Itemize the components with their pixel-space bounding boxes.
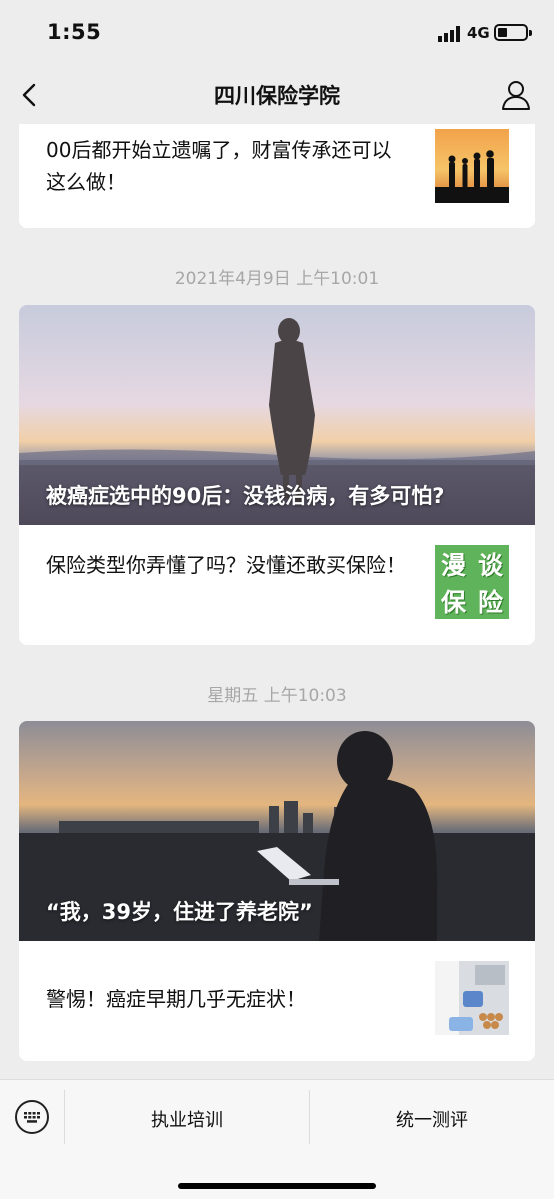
- nav-bar: 四川保险学院: [0, 66, 554, 124]
- status-bar: 1:55 4G: [0, 0, 554, 66]
- article-title: 00后都开始立遗嘱了，财富传承还可以这么做！: [46, 138, 392, 194]
- thumb-char: 保: [440, 587, 466, 617]
- timestamp: 星期五 上午10:03: [207, 686, 347, 706]
- family-sunset-image: [435, 129, 509, 203]
- article-item[interactable]: 警惕！癌症早期几乎无症状！: [19, 941, 535, 1061]
- signal-icon: [438, 26, 460, 42]
- page-title: 四川保险学院: [214, 84, 340, 108]
- battery-icon: [494, 24, 532, 41]
- menu-assessment[interactable]: 统一测评: [310, 1106, 554, 1132]
- timestamp: 2021年4月9日 上午10:01: [174, 269, 380, 289]
- status-time: 1:55: [47, 20, 102, 44]
- bottom-menu: 执业培训 统一测评: [0, 1079, 554, 1199]
- article-title: 警惕！癌症早期几乎无症状！: [46, 987, 306, 1011]
- hero-title: “我，39岁，住进了养老院”: [46, 900, 313, 924]
- thumb-char: 漫: [440, 550, 466, 580]
- lab-test-image: [435, 961, 509, 1035]
- article-item[interactable]: 保险类型你弄懂了吗？没懂还敢买保险！ 漫 谈 保 险: [19, 525, 535, 645]
- article-item[interactable]: 00后都开始立遗嘱了，财富传承还可以这么做！: [19, 124, 535, 228]
- hero-article[interactable]: “我，39岁，住进了养老院”: [19, 721, 535, 941]
- home-indicator[interactable]: [178, 1183, 376, 1189]
- hero-article[interactable]: 被癌症选中的90后：没钱治病，有多可怕?: [19, 305, 535, 525]
- comic-insurance-image: 漫 谈 保 险: [435, 545, 509, 619]
- hero-title: 被癌症选中的90后：没钱治病，有多可怕?: [46, 484, 445, 508]
- profile-icon[interactable]: [498, 78, 534, 112]
- article-card[interactable]: 被癌症选中的90后：没钱治病，有多可怕? 保险类型你弄懂了吗？没懂还敢买保险！ …: [19, 305, 535, 645]
- network-type: 4G: [467, 24, 490, 42]
- article-card[interactable]: 00后都开始立遗嘱了，财富传承还可以这么做！: [19, 124, 535, 228]
- article-title: 保险类型你弄懂了吗？没懂还敢买保险！: [46, 553, 406, 577]
- menu-training[interactable]: 执业培训: [65, 1106, 309, 1132]
- thumb-char: 谈: [477, 550, 503, 580]
- thumb-char: 险: [477, 587, 503, 617]
- keyboard-icon[interactable]: [15, 1100, 49, 1134]
- article-card[interactable]: “我，39岁，住进了养老院” 警惕！癌症早期几乎无症状！: [19, 721, 535, 1061]
- message-feed: 00后都开始立遗嘱了，财富传承还可以这么做！ 2021年4月9日 上午10:01…: [0, 124, 554, 1079]
